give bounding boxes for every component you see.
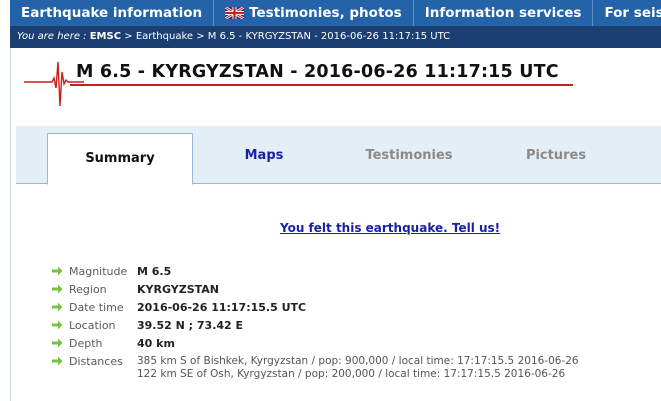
distance-line: 122 km SE of Osh, Kyrgyzstan / pop: 200,… xyxy=(137,368,566,380)
detail-label: Location xyxy=(69,319,116,332)
nav-label: Earthquake information xyxy=(21,5,203,21)
content-border xyxy=(10,48,11,401)
tab-pictures[interactable]: Pictures xyxy=(506,126,606,184)
tab-maps[interactable]: Maps xyxy=(214,126,314,184)
breadcrumb-prefix: You are here : xyxy=(17,31,87,42)
top-nav: Earthquake information Testimonies, phot… xyxy=(10,0,661,26)
detail-label: Region xyxy=(69,283,107,296)
detail-value: 39.52 N ; 73.42 E xyxy=(137,319,244,332)
breadcrumb-separator: > xyxy=(196,31,205,42)
detail-label: Magnitude xyxy=(69,265,128,278)
detail-label: Date time xyxy=(69,301,124,314)
detail-value: KYRGYZSTAN xyxy=(137,283,219,296)
nav-earthquake-information[interactable]: Earthquake information xyxy=(10,0,215,26)
green-arrow-icon xyxy=(52,356,63,366)
felt-earthquake-link[interactable]: You felt this earthquake. Tell us! xyxy=(280,221,500,235)
detail-label: Depth xyxy=(69,337,103,350)
nav-label: Information services xyxy=(424,5,582,21)
breadcrumb-current: M 6.5 - KYRGYZSTAN - 2016-06-26 11:17:15… xyxy=(207,31,451,42)
seismogram-icon xyxy=(24,50,84,114)
nav-label: Testimonies, photos xyxy=(249,5,402,21)
breadcrumb-emsc-link[interactable]: EMSC xyxy=(90,31,121,42)
nav-information-services[interactable]: Information services xyxy=(414,0,594,26)
title-underline xyxy=(70,84,573,86)
green-arrow-icon xyxy=(52,302,63,312)
breadcrumb-earthquake-link[interactable]: Earthquake xyxy=(136,31,193,42)
detail-value: M 6.5 xyxy=(137,265,172,278)
green-arrow-icon xyxy=(52,338,63,348)
green-arrow-icon xyxy=(52,284,63,294)
nav-testimonies-photos[interactable]: Testimonies, photos xyxy=(214,0,414,26)
tab-testimonies[interactable]: Testimonies xyxy=(334,126,484,184)
tab-bar: Summary Maps Testimonies Pictures xyxy=(16,126,661,185)
nav-for-seismologists[interactable]: For seismolo xyxy=(593,0,661,26)
green-arrow-icon xyxy=(52,266,63,276)
green-arrow-icon xyxy=(52,320,63,330)
nav-label: For seismolo xyxy=(604,5,661,21)
detail-value: 40 km xyxy=(137,337,175,350)
detail-value: 2016-06-26 11:17:15.5 UTC xyxy=(137,301,307,314)
page-title: M 6.5 - KYRGYZSTAN - 2016-06-26 11:17:15… xyxy=(76,62,559,82)
distance-line: 385 km S of Bishkek, Kyrgyzstan / pop: 9… xyxy=(137,355,579,367)
tab-summary[interactable]: Summary xyxy=(47,133,193,185)
uk-flag-icon xyxy=(225,7,245,19)
breadcrumb: You are here : EMSC > Earthquake > M 6.5… xyxy=(10,26,661,48)
breadcrumb-separator: > xyxy=(124,31,133,42)
detail-label: Distances xyxy=(69,355,123,368)
